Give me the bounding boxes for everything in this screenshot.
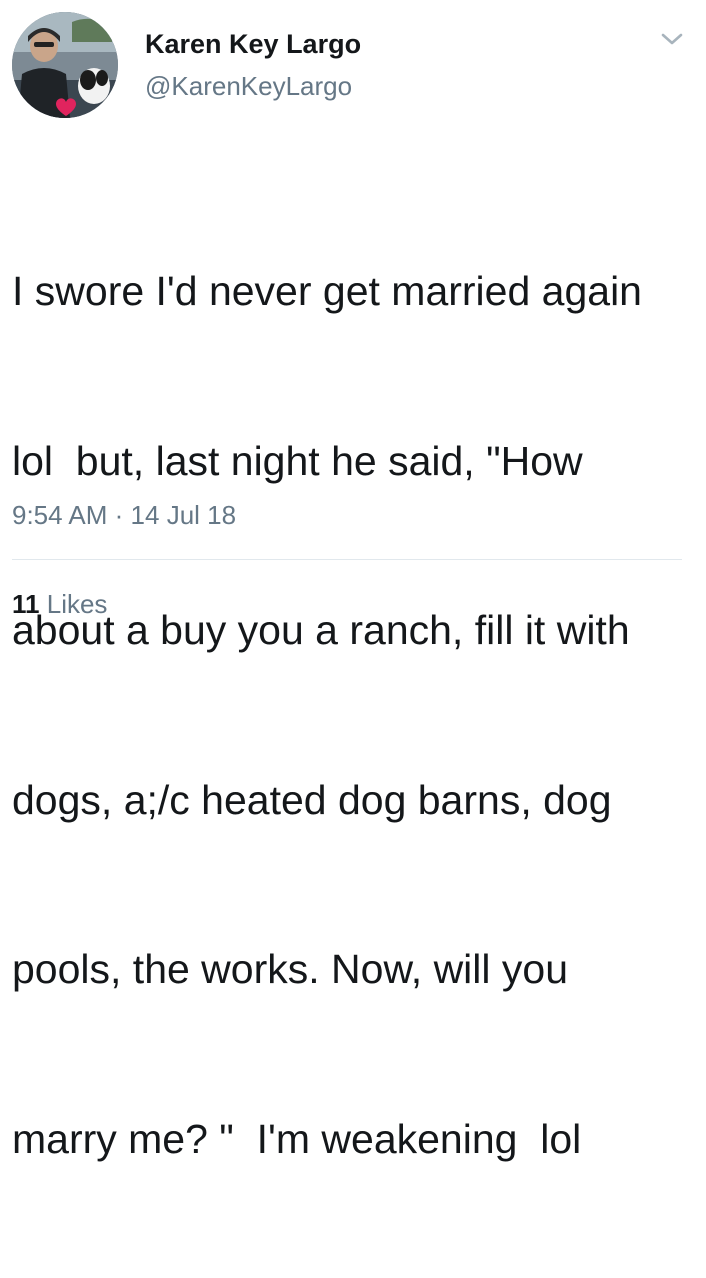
- tweet-text-line: pools, the works. Now, will you: [12, 946, 569, 992]
- likes-count: 11: [12, 589, 40, 619]
- tweet-text-line: marry me? " I'm weakening lol: [12, 1115, 582, 1162]
- tweet-date: 14 Jul 18: [130, 500, 237, 530]
- chevron-down-icon[interactable]: [660, 30, 684, 48]
- divider: [12, 559, 682, 560]
- likes-label: Likes: [46, 589, 108, 619]
- profile-photo-icon: [12, 12, 118, 118]
- tweet-timestamp[interactable]: 9:54 AM · 14 Jul 18: [12, 500, 236, 531]
- author-display-name[interactable]: Karen Key Largo: [145, 29, 361, 60]
- tweet-text-line: I swore I'd never get married again: [12, 268, 642, 314]
- tweet-text-line: about a buy you a ranch, fill it with: [12, 607, 630, 653]
- tweet-card: Karen Key Largo @KarenKeyLargo I swore I…: [0, 0, 706, 1162]
- tweet-text-line: lol but, last night he said, "How: [12, 437, 583, 484]
- tweet-text: I swore I'd never get married again lol …: [12, 150, 692, 1278]
- meta-separator: ·: [114, 500, 124, 530]
- likes-stat[interactable]: 11 Likes: [12, 589, 107, 620]
- tweet-time: 9:54 AM: [12, 500, 108, 530]
- author-handle[interactable]: @KarenKeyLargo: [145, 71, 352, 102]
- avatar[interactable]: [12, 12, 118, 118]
- tweet-text-line: dogs, a;/c heated dog barns, dog: [12, 776, 612, 823]
